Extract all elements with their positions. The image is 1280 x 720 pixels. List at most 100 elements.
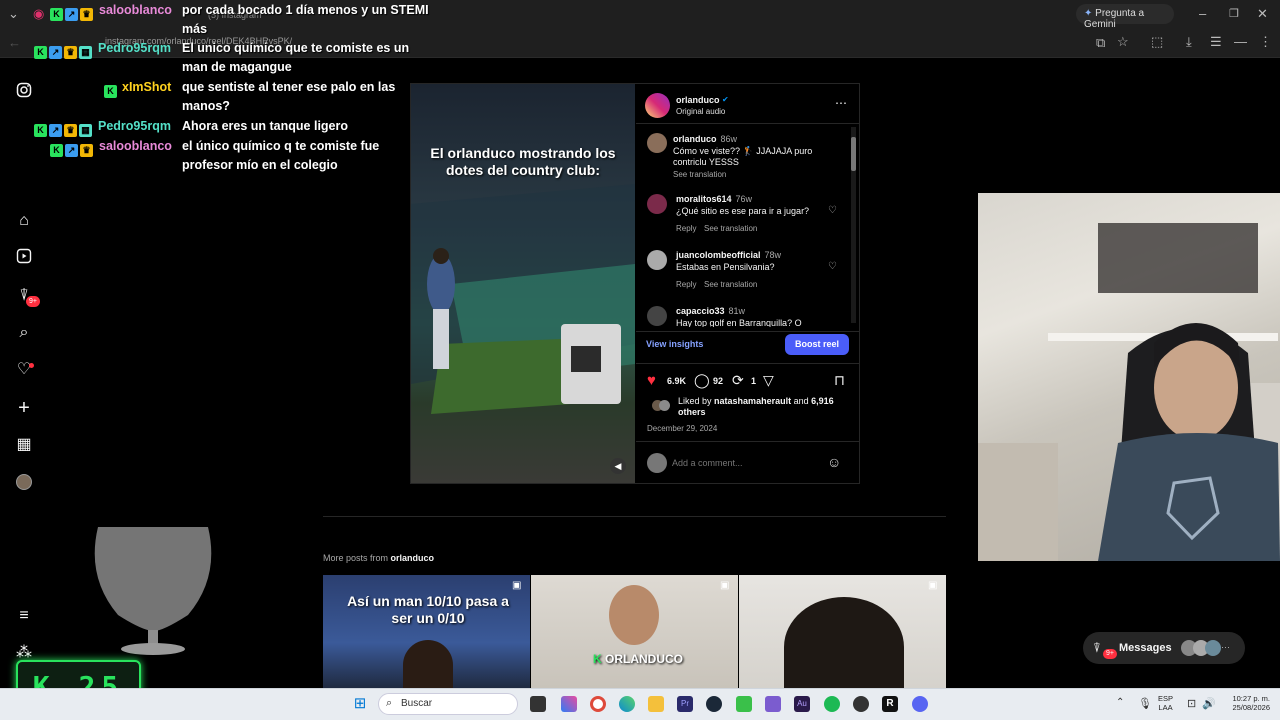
gemini-button[interactable]: ✦ Pregunta a Gemini: [1076, 4, 1174, 30]
view-insights-link[interactable]: View insights: [646, 339, 703, 349]
comment-avatar[interactable]: [647, 306, 667, 326]
see-translation-link[interactable]: See translation: [704, 280, 757, 289]
save-icon[interactable]: ⊓: [834, 372, 845, 389]
liked-by-user[interactable]: natashamaherault: [714, 396, 791, 406]
like-icon[interactable]: ♥: [647, 372, 656, 389]
network-icon[interactable]: ⊡: [1187, 697, 1196, 710]
post-thumbnail[interactable]: Así un man 10/10 pasa a ser un 0/10 ▣: [323, 575, 530, 688]
zoom-out-icon[interactable]: —: [1234, 34, 1247, 50]
share-icon[interactable]: ▽: [763, 372, 774, 389]
app-r-icon[interactable]: R: [882, 696, 898, 712]
date-divider: [636, 441, 859, 442]
comment-text: Hay top golf en Barranquilla? O: [676, 318, 802, 327]
boost-reel-button[interactable]: Boost reel: [785, 334, 849, 355]
see-translation-link[interactable]: See translation: [673, 170, 726, 179]
chat-badges: K ↗ ♛ ▦: [34, 42, 94, 59]
messages-pill[interactable]: ⍒ 9+ Messages ⋯: [1083, 632, 1245, 664]
download-icon[interactable]: ⤓: [1186, 34, 1192, 50]
reply-link[interactable]: Reply: [676, 224, 696, 233]
audition-icon[interactable]: Au: [794, 696, 810, 712]
restore-icon[interactable]: ❐: [1229, 6, 1239, 22]
chat-message: Ahora eres un tanque ligero: [182, 119, 349, 133]
task-view-icon[interactable]: [530, 696, 546, 712]
search-icon[interactable]: ⌕: [14, 323, 34, 343]
search-icon: ⌕: [386, 697, 393, 709]
minimize-icon[interactable]: –: [1199, 6, 1206, 22]
tray-chevron-icon[interactable]: ⌃: [1116, 697, 1124, 708]
comment-user[interactable]: orlanduco 86w: [673, 134, 737, 144]
comment-icon[interactable]: ◯: [694, 372, 710, 389]
audio-label[interactable]: Original audio: [676, 107, 725, 116]
more-posts-heading: More posts from orlanduco: [323, 553, 435, 563]
spotify-icon[interactable]: [824, 696, 840, 712]
copilot-icon[interactable]: [561, 696, 577, 712]
chat-username: Pedro95rqm: [98, 119, 171, 133]
install-icon[interactable]: ⧉: [1096, 35, 1105, 51]
language-indicator[interactable]: ESP LAA: [1158, 694, 1173, 712]
repost-count[interactable]: 1: [751, 376, 756, 386]
dashboard-icon[interactable]: ▦: [14, 435, 34, 455]
create-icon[interactable]: +: [14, 398, 34, 418]
post-thumbnail[interactable]: ▣: [739, 575, 946, 688]
see-translation-link[interactable]: See translation: [704, 224, 757, 233]
microphone-icon[interactable]: 🎙: [1138, 697, 1152, 710]
tab-list-icon[interactable]: ⌄: [8, 6, 19, 22]
author-name[interactable]: orlanduco: [676, 95, 720, 105]
scrollbar-thumb[interactable]: [851, 137, 856, 171]
comment-user[interactable]: moralitos614 76w: [676, 194, 752, 204]
obs-icon[interactable]: [853, 696, 869, 712]
menu-icon[interactable]: ≡: [14, 606, 34, 626]
comment-avatar[interactable]: [647, 250, 667, 270]
likes-count[interactable]: 6.9K: [667, 376, 686, 386]
liked-by-text: Liked by natashamaherault and 6,916 othe…: [678, 396, 834, 417]
chat-badges: K: [104, 81, 119, 98]
volume-icon[interactable]: ◀: [610, 458, 626, 474]
premiere-icon[interactable]: Pr: [677, 696, 693, 712]
windows-start-icon[interactable]: ⊞: [352, 696, 368, 712]
file-explorer-icon[interactable]: [648, 696, 664, 712]
post-thumbnail[interactable]: K ORLANDUCO ▣: [531, 575, 738, 688]
comment-like-icon[interactable]: ♡: [828, 205, 837, 216]
comment-like-icon[interactable]: ♡: [828, 261, 837, 272]
comments-scrollbar[interactable]: [851, 127, 856, 323]
comment-avatar[interactable]: [647, 133, 667, 153]
add-comment-input[interactable]: [672, 455, 822, 471]
volume-tray-icon[interactable]: 🔊: [1202, 697, 1216, 710]
comment-avatar[interactable]: [647, 194, 667, 214]
liked-by-avatars: [652, 400, 674, 414]
repost-icon[interactable]: ⟳: [732, 372, 744, 389]
edge-icon[interactable]: [619, 696, 635, 712]
emoji-icon[interactable]: ☺: [827, 454, 841, 470]
comment-text: Estabas en Pensilvania?: [676, 262, 775, 272]
chrome-icon[interactable]: [590, 696, 606, 712]
comment-user[interactable]: capaccio33 81w: [676, 306, 745, 316]
teams-icon[interactable]: [765, 696, 781, 712]
back-icon[interactable]: ←: [8, 35, 21, 51]
steam-icon[interactable]: [706, 696, 722, 712]
app-icon[interactable]: [736, 696, 752, 712]
bookmark-star-icon[interactable]: ☆: [1117, 34, 1129, 50]
thumbnail-person: [784, 597, 904, 688]
extensions-icon[interactable]: ⬚: [1151, 34, 1163, 50]
reply-link[interactable]: Reply: [676, 280, 696, 289]
more-posts-user[interactable]: orlanduco: [391, 553, 435, 563]
browser-menu-icon[interactable]: ⋮: [1259, 34, 1272, 50]
profile-icon[interactable]: [16, 474, 32, 490]
chat-username: xImShot: [122, 80, 172, 94]
reading-list-icon[interactable]: ☰: [1210, 34, 1222, 50]
home-icon[interactable]: ⌂: [14, 211, 34, 231]
comments-count[interactable]: 92: [713, 376, 723, 386]
reels-icon[interactable]: [14, 248, 34, 268]
taskbar-search[interactable]: ⌕ Buscar: [378, 693, 518, 715]
instagram-icon[interactable]: [14, 82, 34, 102]
comment-user[interactable]: juancolombeofficial 78w: [676, 250, 781, 260]
clock[interactable]: 10:27 p. m. 25/08/2026: [1222, 694, 1270, 712]
more-options-icon[interactable]: ⋯: [835, 96, 847, 110]
section-divider: [323, 516, 946, 517]
discord-icon[interactable]: [912, 696, 928, 712]
close-icon[interactable]: ✕: [1257, 6, 1268, 22]
chat-username: salooblanco: [99, 139, 172, 153]
chat-message: por cada bocado 1 día menos y un STEMI m…: [182, 3, 429, 36]
reel-video[interactable]: [411, 84, 635, 483]
author-avatar[interactable]: [645, 93, 670, 118]
